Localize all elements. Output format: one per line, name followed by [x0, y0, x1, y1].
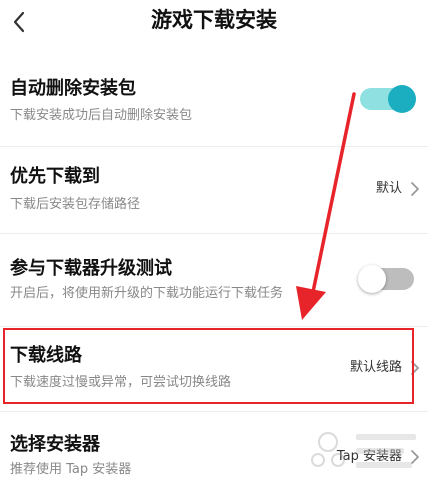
setting-downloader-beta-test: 参与下载器升级测试 开启后，将使用新升级的下载功能运行下载任务	[0, 234, 428, 326]
beta-test-toggle[interactable]	[358, 265, 414, 293]
watermark-logo-icon	[311, 432, 416, 468]
top-bar: 游戏下载安装	[0, 0, 428, 46]
setting-title: 选择安装器	[10, 434, 100, 455]
page-title: 游戏下载安装	[151, 8, 277, 32]
setting-title: 参与下载器升级测试	[10, 258, 172, 279]
toggle-knob	[388, 85, 416, 113]
auto-delete-toggle[interactable]	[360, 85, 416, 113]
setting-title: 自动删除安装包	[10, 78, 136, 99]
setting-value: 默认	[375, 181, 402, 196]
setting-value-group: 默认	[376, 180, 420, 198]
setting-subtitle: 开启后，将使用新升级的下载功能运行下载任务	[10, 286, 284, 301]
toggle-knob	[358, 265, 386, 293]
setting-subtitle: 下载后安装包存储路径	[10, 197, 141, 212]
setting-auto-delete-package: 自动删除安装包 下载安装成功后自动删除安装包	[0, 66, 428, 146]
annotation-highlight-box	[3, 328, 414, 404]
setting-title: 优先下载到	[10, 166, 100, 187]
chevron-right-icon	[411, 182, 419, 196]
setting-subtitle: 推荐使用 Tap 安装器	[10, 462, 132, 477]
setting-preferred-download-location[interactable]: 优先下载到 下载后安装包存储路径 默认	[0, 147, 428, 233]
setting-subtitle: 下载安装成功后自动删除安装包	[10, 108, 193, 123]
